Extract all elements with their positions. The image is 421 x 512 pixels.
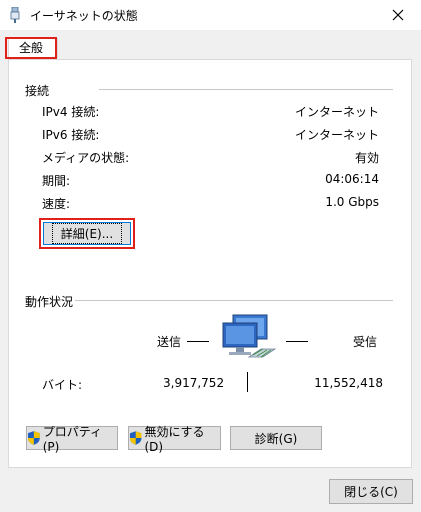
activity-divider xyxy=(75,300,393,301)
close-dialog-button-label: 閉じる(C) xyxy=(344,485,398,499)
connection-group-title: 接続 xyxy=(25,84,50,98)
close-dialog-button[interactable]: 閉じる(C) xyxy=(329,479,413,504)
tab-general[interactable]: 全般 xyxy=(5,37,57,59)
disable-button[interactable]: 無効にする(D) xyxy=(128,425,221,454)
duration-value: 04:06:14 xyxy=(325,172,379,186)
media-state-value: 有効 xyxy=(354,151,379,165)
received-dash xyxy=(286,341,308,342)
ipv4-label: IPv4 接続: xyxy=(42,105,100,119)
bytes-sent-value: 3,917,752 xyxy=(163,376,225,390)
close-button[interactable] xyxy=(375,0,421,30)
tab-strip: 全般 xyxy=(0,30,421,60)
title-bar: イーサネットの状態 xyxy=(0,0,421,30)
details-button-label: 詳細(E)... xyxy=(51,223,123,244)
properties-button[interactable]: プロパティ(P) xyxy=(26,425,118,454)
activity-group-title: 動作状況 xyxy=(25,295,74,309)
received-label: 受信 xyxy=(353,335,378,349)
details-button[interactable]: 詳細(E)... xyxy=(39,218,135,249)
ipv4-value: インターネット xyxy=(294,105,379,119)
bytes-label: バイト: xyxy=(42,378,83,392)
properties-button-label: プロパティ(P) xyxy=(42,424,102,454)
shield-icon xyxy=(27,431,40,445)
close-icon xyxy=(392,9,404,21)
network-adapter-icon xyxy=(10,7,20,23)
sent-dash xyxy=(187,341,209,342)
speed-value: 1.0 Gbps xyxy=(325,195,379,209)
ipv6-value: インターネット xyxy=(294,128,379,142)
media-state-label: メディアの状態: xyxy=(42,151,130,165)
diagnose-button[interactable]: 診断(G) xyxy=(230,426,322,450)
disable-button-label: 無効にする(D) xyxy=(144,424,205,454)
window-title: イーサネットの状態 xyxy=(30,9,138,23)
sent-label: 送信 xyxy=(157,335,182,349)
ipv6-label: IPv6 接続: xyxy=(42,128,100,142)
shield-icon xyxy=(129,431,142,445)
diagnose-button-label: 診断(G) xyxy=(254,431,298,446)
activity-separator xyxy=(247,372,248,392)
speed-label: 速度: xyxy=(42,197,71,211)
bytes-received-value: 11,552,418 xyxy=(314,376,383,390)
general-panel: 接続 IPv4 接続: インターネット IPv6 接続: インターネット メディ… xyxy=(8,59,412,468)
duration-label: 期間: xyxy=(42,174,71,188)
network-computers-icon xyxy=(222,314,277,358)
connection-divider xyxy=(99,89,393,90)
